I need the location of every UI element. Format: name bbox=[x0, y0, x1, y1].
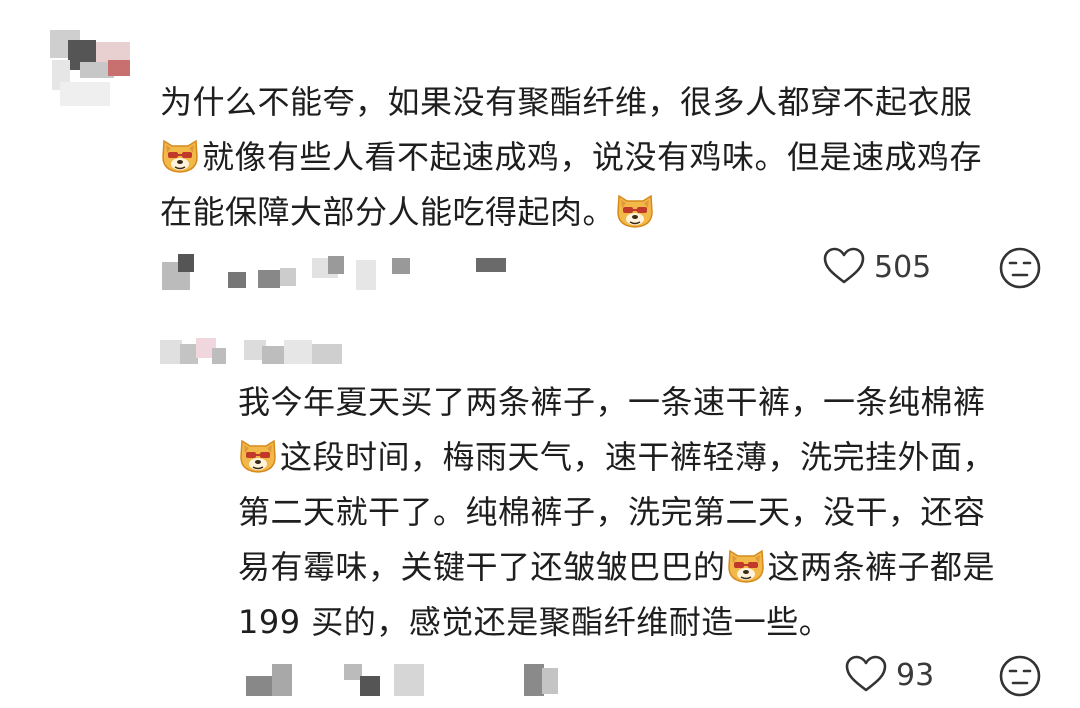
neutral-face-icon[interactable] bbox=[998, 654, 1042, 698]
meta-pixel bbox=[476, 258, 506, 272]
comment-1-text: 为什么不能夸，如果没有聚酯纤维，很多人都穿不起衣服 就像有些人看不起速成鸡，说没… bbox=[160, 75, 982, 240]
meta-pixel bbox=[228, 272, 246, 288]
dog-face-emoji-icon bbox=[238, 437, 278, 475]
dog-face-emoji-icon bbox=[615, 192, 655, 230]
meta-pixel bbox=[262, 346, 286, 364]
heart-outline-icon[interactable] bbox=[844, 654, 888, 694]
comment-1-line-3: 在能保障大部分人能吃得起肉。 bbox=[160, 185, 982, 240]
comment-2-line-1: 我今年夏天买了两条裤子，一条速干裤，一条纯棉裤 bbox=[238, 383, 986, 421]
neutral-face-icon[interactable] bbox=[998, 246, 1042, 290]
meta-pixel bbox=[284, 340, 312, 364]
meta-pixel bbox=[524, 664, 544, 696]
dog-face-emoji-icon bbox=[726, 547, 766, 585]
avatar-pixel bbox=[108, 60, 130, 76]
meta-pixel bbox=[272, 664, 292, 696]
meta-pixel bbox=[360, 676, 380, 696]
comment-2-line-2: 这段时间，梅雨天气，速干裤轻薄，洗完挂外面， bbox=[238, 430, 995, 485]
dog-face-emoji-icon bbox=[160, 137, 200, 175]
comment-2-line-4: 易有霉味，关键干了还皱皱巴巴的 这两条裤子都是 bbox=[238, 547, 996, 586]
meta-pixel bbox=[542, 668, 558, 694]
meta-pixel bbox=[280, 268, 296, 286]
comment-1-line-2: 就像有些人看不起速成鸡，说没有鸡味。但是速成鸡存 bbox=[160, 130, 982, 185]
meta-pixel bbox=[356, 260, 376, 290]
meta-pixel bbox=[394, 664, 424, 696]
comment-2-line-3: 第二天就干了。纯棉裤子，洗完第二天，没干，还容 bbox=[238, 493, 986, 531]
meta-pixel bbox=[328, 256, 344, 274]
meta-pixel bbox=[258, 270, 280, 288]
avatar-pixel bbox=[212, 348, 226, 364]
comment-2-text: 我今年夏天买了两条裤子，一条速干裤，一条纯棉裤 这段时间，梅雨天气，速干裤轻薄，… bbox=[238, 375, 995, 650]
meta-pixel bbox=[246, 676, 274, 696]
avatar-pixel bbox=[60, 82, 110, 106]
meta-pixel bbox=[178, 254, 194, 272]
heart-outline-icon[interactable] bbox=[822, 246, 866, 286]
avatar-pixel bbox=[160, 340, 182, 364]
like-count-2: 93 bbox=[896, 658, 935, 693]
meta-pixel bbox=[392, 258, 410, 274]
comment-2-line-5: 199 买的，感觉还是聚酯纤维耐造一些。 bbox=[238, 603, 832, 641]
like-count-1: 505 bbox=[874, 250, 932, 285]
meta-pixel bbox=[312, 344, 342, 364]
comment-1-line-1: 为什么不能夸，如果没有聚酯纤维，很多人都穿不起衣服 bbox=[160, 83, 973, 121]
